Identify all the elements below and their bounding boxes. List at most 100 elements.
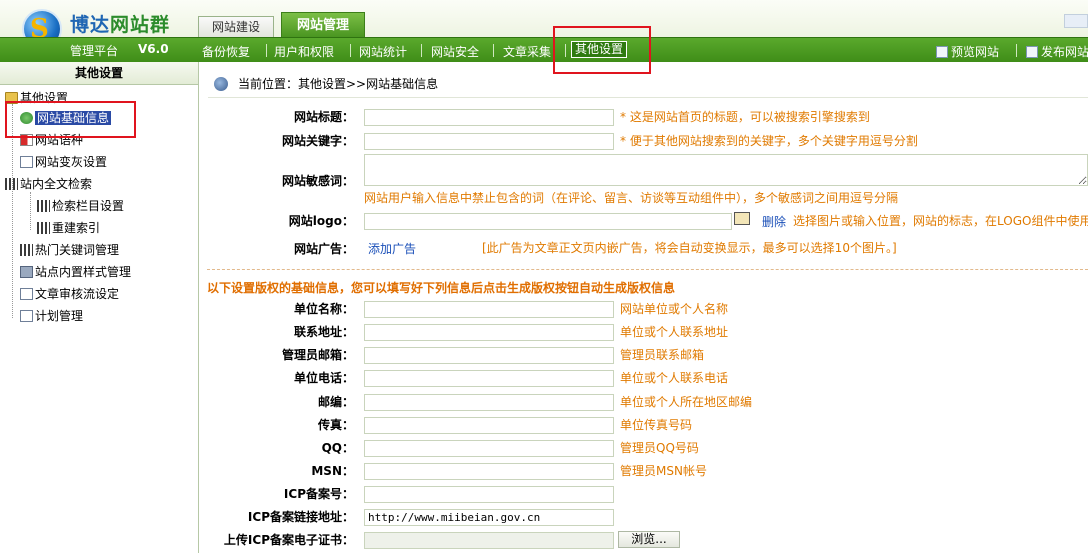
qq-hint: 管理员QQ号码: [620, 441, 699, 455]
section-divider: [207, 269, 1088, 270]
highlight-box-nav: [553, 26, 651, 74]
highlight-box-sidebar: [5, 101, 136, 138]
nav-separator: [266, 44, 267, 57]
nav-separator: [421, 44, 422, 57]
tree-line: [30, 192, 31, 230]
page-icon: [20, 156, 33, 168]
contact-address-input[interactable]: [364, 324, 614, 341]
tab-site-manage[interactable]: 网站管理: [281, 12, 365, 37]
site-logo-hint: 选择图片或输入位置，网站的标志，在LOGO组件中使用: [793, 214, 1088, 228]
version-label: V6.0: [138, 42, 169, 56]
publish-site-label: 发布网站: [1041, 45, 1088, 59]
fax-hint: 单位传真号码: [620, 418, 693, 432]
unit-phone-input[interactable]: [364, 370, 614, 387]
page-icon: [20, 288, 33, 300]
tree-item-review-flow[interactable]: 文章审核流设定: [20, 285, 119, 303]
postcode-input[interactable]: [364, 394, 614, 411]
add-ad-link[interactable]: 添加广告: [368, 240, 416, 257]
tree-item-search-columns[interactable]: 检索栏目设置: [37, 197, 124, 215]
nav-separator: [350, 44, 351, 57]
qq-input[interactable]: [364, 440, 614, 457]
breadcrumb-icon: [214, 77, 228, 91]
unit-name-input[interactable]: [364, 301, 614, 318]
contact-address-hint: 单位或个人联系地址: [620, 325, 729, 339]
preview-site-label: 预览网站: [951, 45, 1000, 59]
postcode-label: 邮编：: [317, 395, 354, 409]
nav-backup-restore[interactable]: 备份恢复: [202, 43, 250, 60]
fax-input[interactable]: [364, 417, 614, 434]
fax-label: 传真：: [317, 418, 354, 432]
tree-item-label: 重建索引: [52, 221, 101, 235]
tree-item-builtin-styles[interactable]: 站点内置样式管理: [20, 263, 131, 281]
admin-email-input[interactable]: [364, 347, 614, 364]
bars-icon: [20, 244, 33, 256]
tree-item-label: 热门关键词管理: [35, 243, 120, 257]
app-title-part-a: 博达: [70, 14, 111, 36]
icp-cert-file-input[interactable]: [364, 532, 614, 549]
contact-address-label: 联系地址：: [293, 325, 354, 339]
nav-users-permissions[interactable]: 用户和权限: [274, 43, 334, 60]
site-logo-input[interactable]: [364, 213, 732, 230]
unit-name-hint: 网站单位或个人名称: [620, 302, 729, 316]
window-control[interactable]: [1064, 14, 1088, 28]
browse-button[interactable]: 浏览...: [618, 531, 680, 548]
sensitive-words-hint: 网站用户输入信息中禁止包含的词（在评论、留言、访谈等互动组件中），多个敏感词之间…: [364, 191, 899, 205]
site-keywords-input[interactable]: [364, 133, 614, 150]
tree-item-label: 文章审核流设定: [35, 287, 120, 301]
app-header: S 博达网站群 网站建设 网站管理 管理平台 V6.0 备份恢复 用户和权限 网…: [0, 0, 1088, 62]
publish-icon: [1026, 46, 1038, 58]
postcode-hint: 单位或个人所在地区邮编: [620, 395, 753, 409]
sensitive-words-textarea[interactable]: [364, 154, 1088, 186]
tree-item-plan-manage[interactable]: 计划管理: [20, 307, 83, 325]
unit-phone-label: 单位电话：: [293, 371, 354, 385]
unit-name-label: 单位名称：: [293, 302, 354, 316]
site-keywords-label: 网站关键字：: [281, 134, 354, 148]
publish-site-link[interactable]: 发布网站: [1026, 43, 1088, 60]
tree-item-site-gray[interactable]: 网站变灰设置: [20, 153, 107, 171]
unit-phone-hint: 单位或个人联系电话: [620, 371, 729, 385]
breadcrumb-text: 当前位置：其他设置>>网站基础信息: [238, 77, 439, 91]
admin-email-label: 管理员邮箱：: [281, 348, 354, 362]
sidebar-title: 其他设置: [0, 62, 198, 85]
preview-icon: [936, 46, 948, 58]
site-ad-hint: [此广告为文章正文页内嵌广告，将会自动变换显示，最多可以选择10个图片。]: [482, 241, 897, 255]
msn-input[interactable]: [364, 463, 614, 480]
icp-number-input[interactable]: [364, 486, 614, 503]
copyright-section-title: 以下设置版权的基础信息，您可以填写好下列信息后点击生成版权按钮自动生成版权信息: [207, 281, 676, 295]
nav-site-security[interactable]: 网站安全: [431, 43, 479, 60]
header-top-band: S 博达网站群 网站建设 网站管理: [0, 0, 1088, 49]
tree-item-label: 站内全文检索: [20, 177, 93, 191]
site-title-label: 网站标题：: [293, 110, 354, 124]
tree-item-rebuild-index[interactable]: 重建索引: [37, 219, 100, 237]
qq-label: QQ：: [321, 441, 354, 455]
sensitive-words-label: 网站敏感词：: [281, 174, 354, 188]
msn-label: MSN：: [311, 464, 354, 478]
logo-delete-link[interactable]: 删除: [762, 213, 786, 230]
icp-link-input[interactable]: [364, 509, 614, 526]
site-title-hint: * 这是网站首页的标题，可以被搜索引擎搜索到: [620, 110, 870, 124]
site-logo-label: 网站logo：: [288, 214, 354, 228]
tree-item-label: 站点内置样式管理: [35, 265, 132, 279]
preview-site-link[interactable]: 预览网站: [936, 43, 999, 60]
site-title-input[interactable]: [364, 109, 614, 126]
platform-label: 管理平台: [70, 44, 119, 58]
page-icon: [20, 310, 33, 322]
site-keywords-hint: * 便于其他网站搜索到的关键字，多个关键字用逗号分割: [620, 134, 918, 148]
nav-article-collect[interactable]: 文章采集: [503, 43, 551, 60]
book-icon: [20, 266, 33, 278]
bars-icon: [37, 200, 50, 212]
admin-email-hint: 管理员联系邮箱: [620, 348, 705, 362]
tree-item-hot-keywords[interactable]: 热门关键词管理: [20, 241, 119, 259]
icp-number-label: ICP备案号：: [283, 487, 354, 501]
nav-bar: 管理平台 V6.0 备份恢复 用户和权限 网站统计 网站安全 文章采集 其他设置…: [0, 37, 1088, 62]
folder-open-icon[interactable]: [734, 212, 750, 225]
nav-site-stats[interactable]: 网站统计: [359, 43, 407, 60]
breadcrumb: 当前位置：其他设置>>网站基础信息: [208, 70, 1088, 98]
tree-item-label: 计划管理: [35, 309, 84, 323]
app-title-part-b: 网站群: [110, 14, 171, 36]
tree-item-full-text-search[interactable]: 站内全文检索: [5, 175, 92, 193]
tab-site-build[interactable]: 网站建设: [198, 16, 274, 37]
icp-cert-label: 上传ICP备案电子证书：: [223, 533, 354, 547]
nav-separator: [493, 44, 494, 57]
msn-hint: 管理员MSN帐号: [620, 464, 707, 478]
